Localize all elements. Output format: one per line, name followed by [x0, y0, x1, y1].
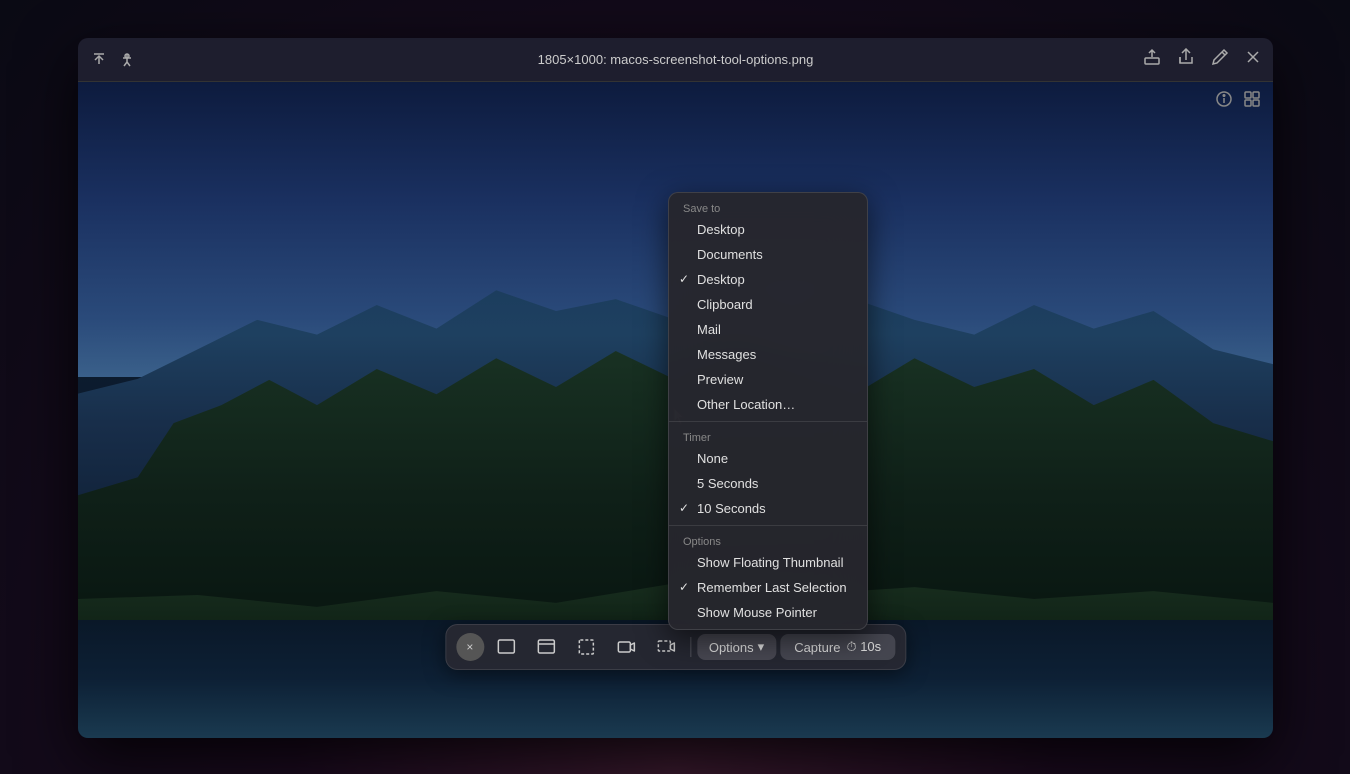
video-fullscreen-icon [616, 637, 636, 657]
capture-button[interactable]: Capture ⏱ 10s [780, 634, 895, 660]
menu-item-desktop-1[interactable]: Desktop [669, 217, 867, 242]
menu-item-none[interactable]: None [669, 446, 867, 471]
capture-timer-label: ⏱ 10s [846, 639, 881, 655]
menu-item-show-mouse-pointer[interactable]: Show Mouse Pointer [669, 600, 867, 625]
scroll-top-icon[interactable] [90, 51, 108, 69]
toolbar-close-button[interactable]: × [456, 633, 484, 661]
menu-item-show-floating-thumbnail[interactable]: Show Floating Thumbnail [669, 550, 867, 575]
app-window: 1805×1000: macos-screenshot-tool-options… [78, 38, 1273, 738]
video-selection-button[interactable] [648, 631, 684, 663]
fullscreen-capture-button[interactable] [488, 631, 524, 663]
menu-item-mail[interactable]: Mail [669, 317, 867, 342]
info-icon[interactable] [1215, 90, 1233, 113]
menu-item-5-seconds[interactable]: 5 Seconds [669, 471, 867, 496]
close-icon[interactable] [1245, 49, 1261, 70]
video-fullscreen-button[interactable] [608, 631, 644, 663]
share-icon[interactable] [1177, 48, 1195, 71]
pin-icon[interactable] [118, 51, 136, 69]
toolbar-separator [690, 637, 691, 657]
chevron-down-icon: ▾ [758, 639, 765, 655]
save-to-section-label: Save to [669, 197, 867, 217]
menu-item-10-seconds[interactable]: 10 Seconds [669, 496, 867, 521]
title-bar-left [90, 51, 136, 69]
export-icon[interactable] [1143, 48, 1161, 71]
options-dropdown-menu: Save to Desktop Documents Desktop Clipbo… [668, 192, 868, 630]
selection-icon [576, 637, 596, 657]
menu-item-messages[interactable]: Messages [669, 342, 867, 367]
video-selection-icon [656, 637, 676, 657]
timer-section-label: Timer [669, 426, 867, 446]
image-controls [1215, 90, 1261, 113]
menu-item-clipboard[interactable]: Clipboard [669, 292, 867, 317]
grid-icon[interactable] [1243, 90, 1261, 113]
selection-capture-button[interactable] [568, 631, 604, 663]
title-bar: 1805×1000: macos-screenshot-tool-options… [78, 38, 1273, 82]
screenshot-toolbar: × [445, 624, 906, 670]
close-x-icon: × [466, 640, 473, 654]
fullscreen-icon [496, 637, 516, 657]
options-section-label: Options [669, 530, 867, 550]
window-title: 1805×1000: macos-screenshot-tool-options… [538, 52, 814, 67]
options-button[interactable]: Options ▾ [697, 634, 776, 660]
window-capture-button[interactable] [528, 631, 564, 663]
edit-icon[interactable] [1211, 48, 1229, 71]
window-icon [536, 637, 556, 657]
image-area: Save to Desktop Documents Desktop Clipbo… [78, 82, 1273, 738]
menu-item-documents[interactable]: Documents [669, 242, 867, 267]
menu-item-other-location[interactable]: Other Location… [669, 392, 867, 417]
title-bar-right [1143, 48, 1261, 71]
options-label: Options [709, 640, 754, 655]
separator-1 [669, 421, 867, 422]
menu-item-preview[interactable]: Preview [669, 367, 867, 392]
menu-item-remember-last-selection[interactable]: Remember Last Selection [669, 575, 867, 600]
menu-item-desktop-checked[interactable]: Desktop [669, 267, 867, 292]
capture-label: Capture [794, 640, 840, 655]
separator-2 [669, 525, 867, 526]
